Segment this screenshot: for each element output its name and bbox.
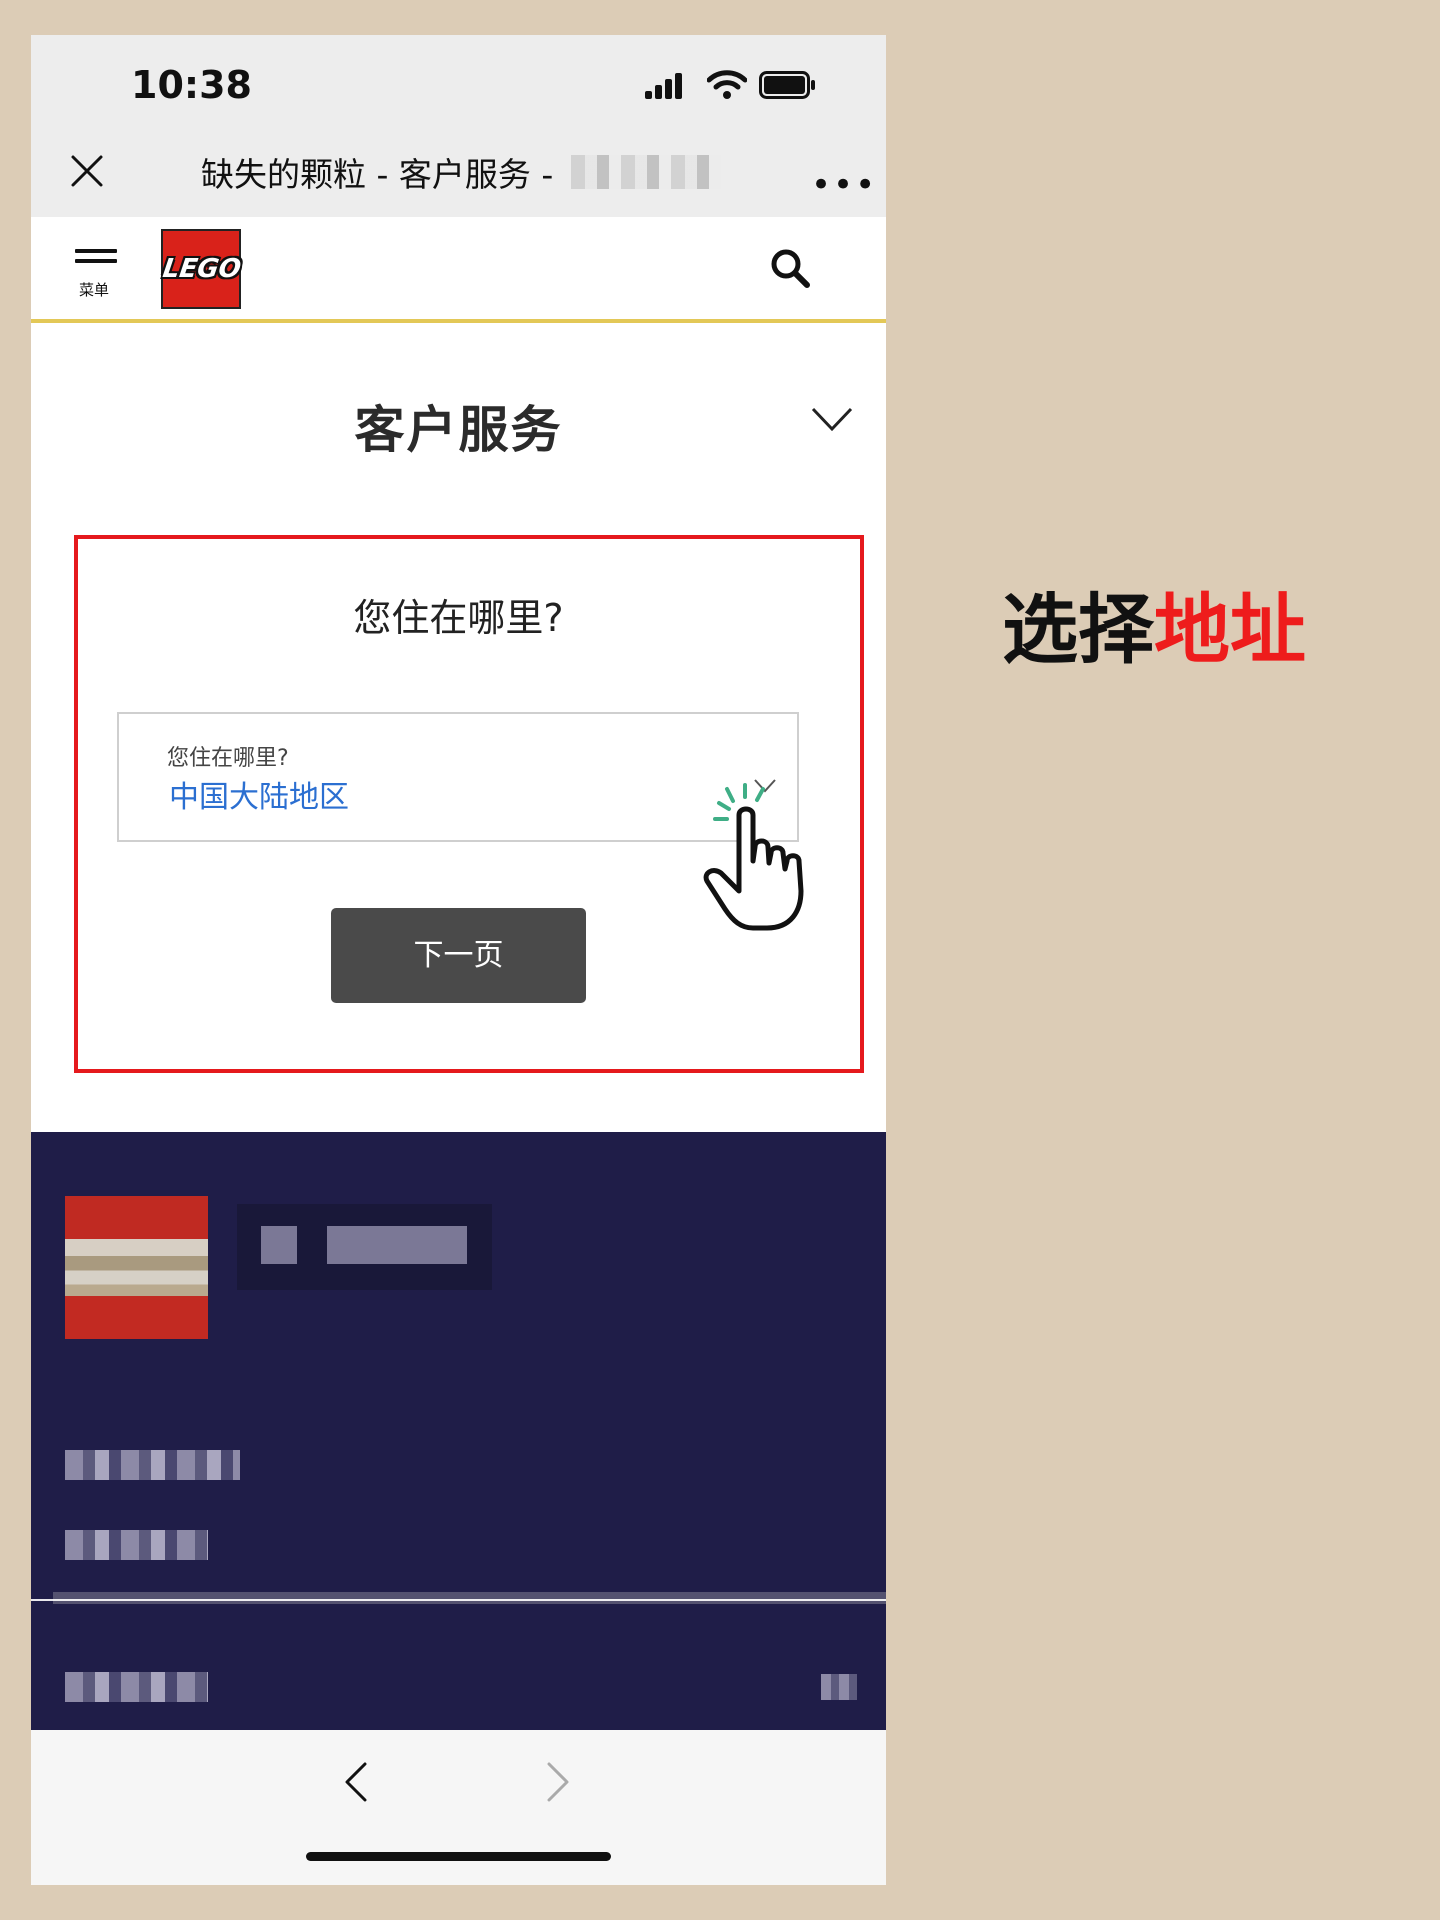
site-nav: 菜单 LEGO (31, 217, 886, 323)
browser-title: 缺失的颗粒 - 客户服务 - (201, 155, 554, 194)
blurred-footer-icon[interactable] (821, 1674, 857, 1700)
blurred-footer-link[interactable] (65, 1530, 208, 1560)
back-arrow-icon[interactable] (341, 1760, 371, 1804)
forward-arrow-icon[interactable] (543, 1760, 573, 1804)
home-indicator (306, 1852, 611, 1861)
blurred-footer-link[interactable] (65, 1450, 240, 1480)
page-title: 客户服务 (354, 401, 563, 459)
battery-icon (759, 71, 815, 99)
next-page-button[interactable]: 下一页 (331, 908, 586, 1003)
more-options-icon[interactable]: ••• (811, 165, 877, 205)
footer-divider (53, 1592, 886, 1604)
blurred-footer-logo (65, 1196, 208, 1339)
menu-label[interactable]: 菜单 (79, 279, 109, 300)
browser-bottom-bar (31, 1727, 886, 1885)
status-time: 10:38 (131, 63, 252, 107)
blurred-title-text (571, 155, 721, 189)
region-select-label: 您住在哪里? (167, 746, 289, 771)
hamburger-menu-icon[interactable] (75, 249, 117, 263)
blurred-footer-badge (237, 1204, 492, 1290)
phone-screen: 10:38 缺失的颗粒 - 客户服务 - ••• 菜单 LEGO 客户服务 您住… (31, 35, 886, 1885)
search-icon[interactable] (769, 247, 811, 289)
chevron-down-icon[interactable] (811, 405, 853, 433)
wifi-icon (707, 70, 747, 99)
lego-logo[interactable]: LEGO (161, 229, 243, 309)
browser-header: 10:38 缺失的颗粒 - 客户服务 - ••• (31, 35, 886, 217)
blurred-footer-link[interactable] (65, 1672, 208, 1702)
cellular-signal-icon (645, 73, 682, 99)
annotation-caption: 选择地址 (1002, 568, 1306, 678)
location-question: 您住在哪里? (353, 596, 564, 640)
annotation-text-black: 选择 (1002, 585, 1154, 674)
annotation-text-red: 地址 (1154, 585, 1306, 674)
footer (31, 1132, 886, 1727)
region-select-value: 中国大陆地区 (169, 780, 349, 815)
footer-divider-line (31, 1599, 886, 1601)
pointing-hand-icon (703, 783, 804, 931)
region-select[interactable]: 您住在哪里? 中国大陆地区 (117, 712, 799, 842)
close-icon[interactable] (69, 153, 105, 189)
